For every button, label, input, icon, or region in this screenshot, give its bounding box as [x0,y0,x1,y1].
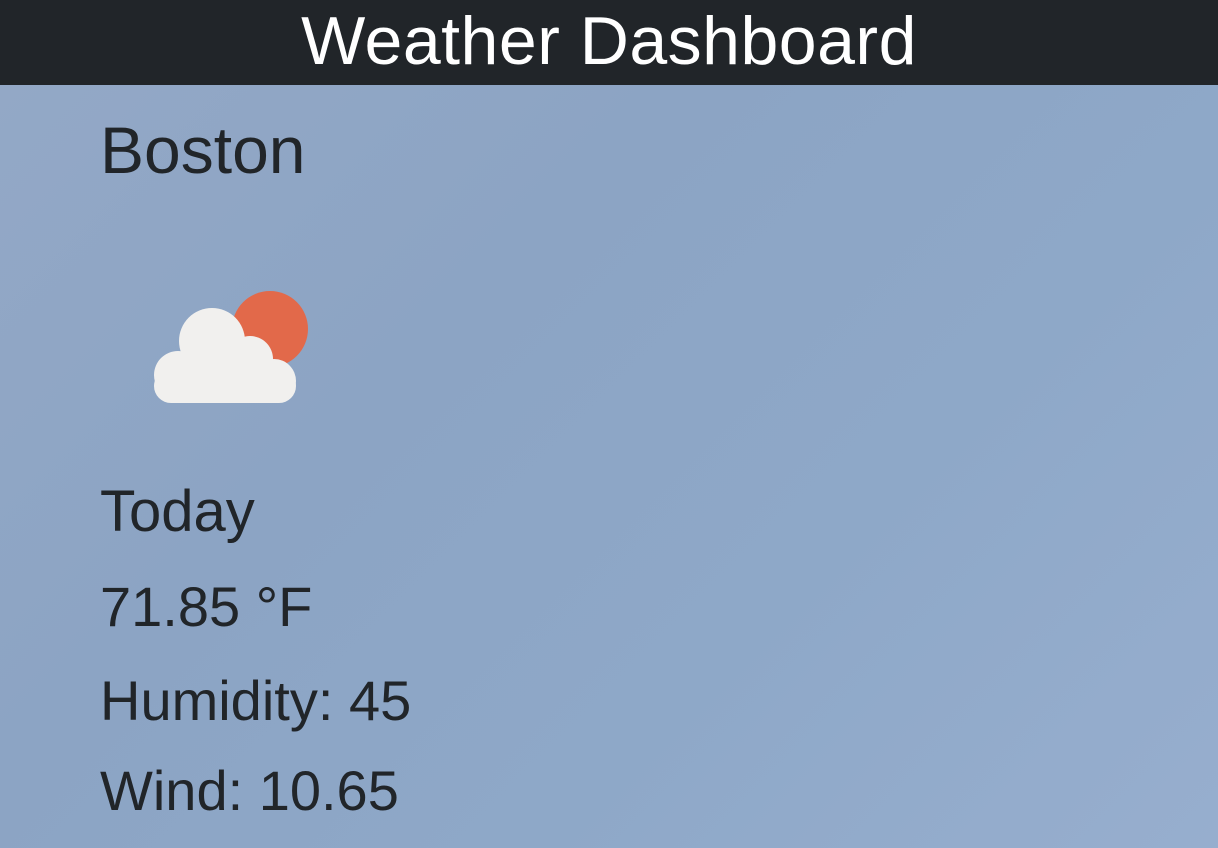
weather-panel: Boston Today 71.85 °F Humidity: 45 Wind:… [0,85,1218,848]
wind-value: Wind: 10.65 [100,759,399,822]
partly-cloudy-day-icon [142,287,314,407]
app-header: Weather Dashboard [0,0,1218,85]
forecast-day-label: Today [100,479,255,544]
page-title: Weather Dashboard [301,2,917,79]
temperature-value: 71.85 °F [100,575,313,638]
city-name: Boston [100,113,306,187]
humidity-value: Humidity: 45 [100,669,412,732]
